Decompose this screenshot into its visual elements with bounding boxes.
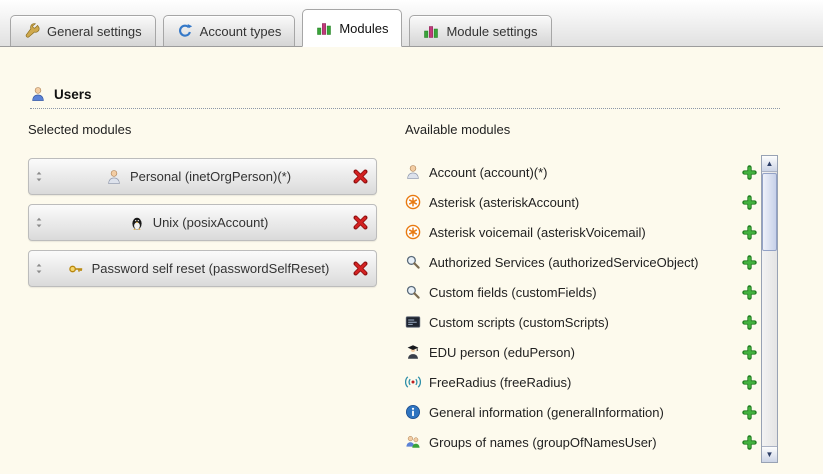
chart-icon <box>316 20 332 36</box>
tab-label: General settings <box>47 24 142 39</box>
tab-label: Account types <box>200 24 282 39</box>
available-module-row: FreeRadius (freeRadius) <box>405 367 757 397</box>
add-icon[interactable] <box>742 315 757 330</box>
add-icon[interactable] <box>742 255 757 270</box>
add-icon[interactable] <box>742 405 757 420</box>
scrollbar[interactable]: ▲ ▼ <box>761 155 778 463</box>
available-module-row: Custom fields (customFields) <box>405 277 757 307</box>
terminal-icon <box>405 314 421 330</box>
available-module-row: Account (account)(*) <box>405 157 757 187</box>
info-icon <box>405 404 421 420</box>
selected-modules-heading: Selected modules <box>28 122 131 137</box>
section-title: Users <box>54 87 92 102</box>
section-divider <box>30 108 780 109</box>
tab-label: Module settings <box>446 24 537 39</box>
available-module-label: Custom scripts (customScripts) <box>429 315 734 330</box>
magnifier-icon <box>405 284 421 300</box>
selected-module-label: Unix (posixAccount) <box>153 215 269 230</box>
delete-icon[interactable] <box>352 214 369 231</box>
magnifier-icon <box>405 254 421 270</box>
antenna-icon <box>405 374 421 390</box>
drag-handle-icon[interactable] <box>33 215 45 230</box>
available-module-label: Asterisk voicemail (asteriskVoicemail) <box>429 225 734 240</box>
scroll-up-icon[interactable]: ▲ <box>762 156 777 172</box>
drag-handle-icon[interactable] <box>33 169 45 184</box>
asterisk-icon <box>405 224 421 240</box>
delete-icon[interactable] <box>352 168 369 185</box>
available-modules-heading: Available modules <box>405 122 510 137</box>
add-icon[interactable] <box>742 285 757 300</box>
available-module-label: Asterisk (asteriskAccount) <box>429 195 734 210</box>
available-module-label: Custom fields (customFields) <box>429 285 734 300</box>
key-icon <box>68 261 84 277</box>
add-icon[interactable] <box>742 165 757 180</box>
add-icon[interactable] <box>742 435 757 450</box>
graduate-icon <box>405 344 421 360</box>
add-icon[interactable] <box>742 345 757 360</box>
add-icon[interactable] <box>742 225 757 240</box>
available-module-label: EDU person (eduPerson) <box>429 345 734 360</box>
available-module-row: EDU person (eduPerson) <box>405 337 757 367</box>
asterisk-icon <box>405 194 421 210</box>
sync-icon <box>177 23 193 39</box>
available-module-label: General information (generalInformation) <box>429 405 734 420</box>
delete-icon[interactable] <box>352 260 369 277</box>
available-module-label: FreeRadius (freeRadius) <box>429 375 734 390</box>
available-modules-list: Account (account)(*) Asterisk (asteriskA… <box>405 157 757 457</box>
add-icon[interactable] <box>742 195 757 210</box>
available-module-row: Asterisk voicemail (asteriskVoicemail) <box>405 217 757 247</box>
selected-module-label: Personal (inetOrgPerson)(*) <box>130 169 291 184</box>
available-module-label: Account (account)(*) <box>429 165 734 180</box>
available-module-row: Groups of names (groupOfNamesUser) <box>405 427 757 457</box>
tab-strip: General settings Account types Modules M… <box>10 9 552 46</box>
selected-module-content: Unix (posixAccount) <box>45 215 352 231</box>
available-module-row: General information (generalInformation) <box>405 397 757 427</box>
penguin-icon <box>129 215 145 231</box>
selected-module-row[interactable]: Unix (posixAccount) <box>28 204 377 241</box>
tab-account-types[interactable]: Account types <box>163 15 296 46</box>
selected-module-content: Password self reset (passwordSelfReset) <box>45 261 352 277</box>
scroll-down-icon[interactable]: ▼ <box>762 446 777 462</box>
tab-modules[interactable]: Modules <box>302 9 402 47</box>
drag-handle-icon[interactable] <box>33 261 45 276</box>
available-module-label: Authorized Services (authorizedServiceOb… <box>429 255 734 270</box>
tab-general-settings[interactable]: General settings <box>10 15 156 46</box>
selected-module-content: Personal (inetOrgPerson)(*) <box>45 169 352 185</box>
selected-module-label: Password self reset (passwordSelfReset) <box>92 261 330 276</box>
selected-module-row[interactable]: Password self reset (passwordSelfReset) <box>28 250 377 287</box>
tab-module-settings[interactable]: Module settings <box>409 15 551 46</box>
available-module-row: Custom scripts (customScripts) <box>405 307 757 337</box>
person-icon <box>405 164 421 180</box>
selected-modules-list: Personal (inetOrgPerson)(*) Unix (posixA… <box>28 158 377 296</box>
tab-label: Modules <box>339 21 388 36</box>
available-module-label: Groups of names (groupOfNamesUser) <box>429 435 734 450</box>
person-icon <box>106 169 122 185</box>
wrench-icon <box>24 23 40 39</box>
chart-icon <box>423 23 439 39</box>
scrollbar-thumb[interactable] <box>762 173 777 251</box>
available-module-row: Asterisk (asteriskAccount) <box>405 187 757 217</box>
add-icon[interactable] <box>742 375 757 390</box>
group-icon <box>405 434 421 450</box>
section-heading: Users <box>30 86 92 102</box>
tab-bar: General settings Account types Modules M… <box>0 0 823 47</box>
available-module-row: Authorized Services (authorizedServiceOb… <box>405 247 757 277</box>
user-icon <box>30 86 46 102</box>
selected-module-row[interactable]: Personal (inetOrgPerson)(*) <box>28 158 377 195</box>
